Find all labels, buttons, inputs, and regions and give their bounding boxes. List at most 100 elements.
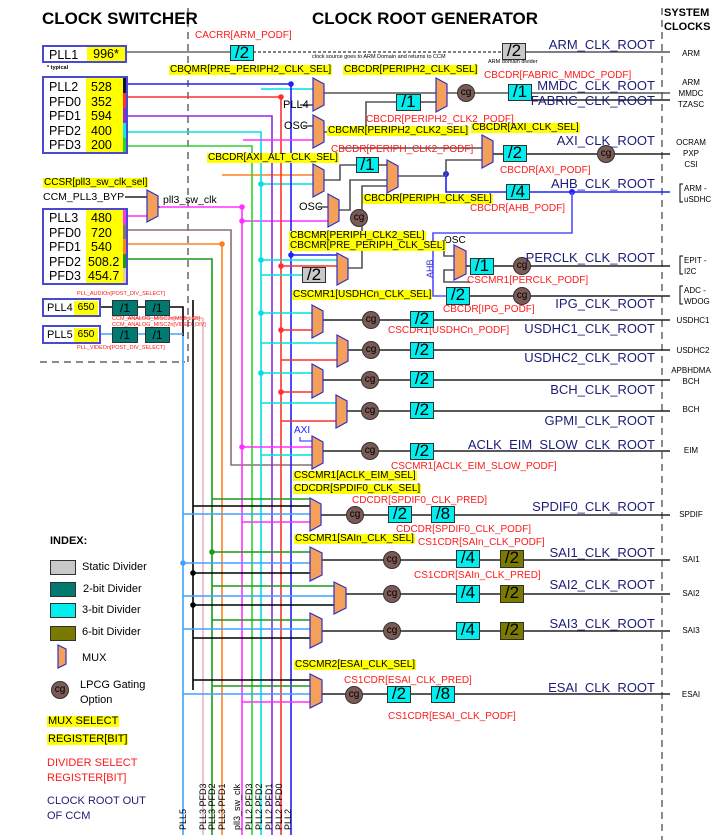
typical-note: * typical <box>47 65 69 71</box>
bus-label-pll5: PLL5 <box>178 808 188 830</box>
sys-axi-3: CSI <box>684 160 698 169</box>
cg-sai2-icon: cg <box>383 585 401 603</box>
bus-label-pll3-sw-clk: pll3_sw_clk <box>232 783 242 830</box>
pll3-pfd2-name: PFD2 <box>49 255 81 269</box>
bus-label-pll2-pfd2: PLL2 PFD2 <box>254 783 264 830</box>
axi-divider: /2 <box>503 144 527 162</box>
spdif-podf-reg: CDCDR[SPDIF0_CLK_PODF] <box>396 524 532 535</box>
bus-label-pll2-pfd1: PLL2 PFD1 <box>264 783 274 830</box>
cg-sai1-icon: cg <box>383 551 401 569</box>
sys-mmdc-1: ARM <box>682 78 700 87</box>
pll2-pfd0-name: PFD0 <box>49 95 81 109</box>
cg-sai3-icon: cg <box>383 622 401 640</box>
root-ahb: AHB_CLK_ROOT <box>550 176 655 191</box>
usdhc-sel-reg: CSCMR1[USDHCn_CLK_SEL] <box>292 289 433 300</box>
bus-label-pll3-pfd1: PLL3 PFD1 <box>217 783 227 830</box>
legend-3bit-swatch <box>50 603 76 618</box>
pll4-source: PLL4 650 <box>42 298 101 317</box>
sai2-pred-divider: /4 <box>456 584 480 603</box>
pll4-divider-b: /1 <box>145 300 170 316</box>
cg-ipg-icon: cg <box>513 287 531 305</box>
pll3-bypass-label: CCM_PLL3_BYP <box>43 191 125 203</box>
root-arm: ARM_CLK_ROOT <box>548 37 655 52</box>
legend-lpcg-label-2: Option <box>80 694 113 706</box>
periph2-sel-reg: CBCDR[PERIPH2_CLK_SEL] <box>343 64 479 75</box>
sys-gpmi: BCH <box>682 405 700 414</box>
ahb-podf-reg: CBCDR[AHB_PODF] <box>470 203 566 214</box>
sys-axi-2: PXP <box>682 149 699 158</box>
sys-ipg-1: ADC - <box>684 286 706 295</box>
eim-podf-reg: CSCMR1[ACLK_EIM_SLOW_PODF] <box>391 461 557 472</box>
gpmi-divider: /2 <box>410 401 434 419</box>
legend-static-label: Static Divider <box>82 561 147 573</box>
pll3-pfd0-value: 720 <box>91 226 112 240</box>
mux-periph-clk2 <box>327 192 340 229</box>
root-eim: ACLK_EIM_SLOW_CLK_ROOT <box>467 437 655 452</box>
mux-gpmi <box>335 393 348 430</box>
root-sai1: SAI1_CLK_ROOT <box>549 545 656 560</box>
sai3-podf-divider: /2 <box>500 621 524 640</box>
pll2-name: PLL2 <box>49 80 79 94</box>
axi-input-label: AXI <box>294 425 311 436</box>
sys-ahb-2: uSDHC <box>684 195 712 204</box>
mux-periph <box>386 158 399 195</box>
periph-clk2-divider: /1 <box>356 156 379 173</box>
pll4-reg-top: PLL_AUDIOn[POST_DIV_SELECT] <box>77 291 166 297</box>
sai3-pred-divider: /4 <box>456 621 480 640</box>
pll3-sw-clk-label: pll3_sw_clk <box>163 194 217 206</box>
pll2-pfd1-value: 594 <box>91 109 112 123</box>
sai2-podf-divider: /2 <box>500 584 524 603</box>
mux-periph2-clk2 <box>312 113 325 150</box>
legend-mux-label: MUX <box>82 652 107 664</box>
mux-usdhc2 <box>336 333 349 369</box>
legend-mux-select-1: MUX SELECT <box>47 715 120 727</box>
clock-tree-diagram: CLOCK SWITCHER CLOCK ROOT GENERATOR SYST… <box>0 0 723 840</box>
perclk-divider: /1 <box>470 257 494 275</box>
pll2-source-block: PLL2 528 PFD0 352 PFD1 594 PFD2 400 PFD3… <box>42 76 128 154</box>
spdif-pred-divider: /2 <box>388 505 412 523</box>
cg-bch-icon: cg <box>361 371 379 389</box>
mux-pre-periph <box>336 251 349 287</box>
pll2-pfd0-value: 352 <box>91 95 112 109</box>
legend-root-out-2: OF CCM <box>47 810 91 822</box>
mux-periph2 <box>435 76 448 114</box>
ahb-input-label: AHB <box>425 259 435 278</box>
pll3-pfd1-value: 540 <box>91 240 112 254</box>
root-perclk: PERCLK_CLK_ROOT <box>525 250 655 265</box>
sys-spdif: SPDIF <box>679 510 703 519</box>
periph2-clk2-divider: /1 <box>396 93 421 111</box>
pll5-source: PLL5 650 <box>42 325 101 344</box>
bus-label-pll2-pfd3: PLL2 PFD3 <box>244 783 254 830</box>
sys-usdhc1: USDHC1 <box>676 316 710 325</box>
pll1-value: 996* <box>87 47 125 61</box>
root-mmdc: MMDC_CLK_ROOT <box>537 78 655 93</box>
pll3-pfd0-name: PFD0 <box>49 226 81 240</box>
eim-sel-reg: CSCMR1[ACLK_EIM_SEL] <box>293 470 417 481</box>
pll3-pfd3-name: PFD3 <box>49 269 81 283</box>
cg-spdif-icon: cg <box>346 506 364 524</box>
arm-podf-reg: CACRR[ARM_PODF] <box>195 30 292 41</box>
pll4-input-label: PLL4 <box>283 99 309 111</box>
sai1-pred-divider: /4 <box>456 549 480 568</box>
root-fabric: FABRIC_CLK_ROOT <box>530 93 655 108</box>
arm-domain-divider: /2 <box>502 42 526 60</box>
sys-per-2: I2C <box>684 267 697 276</box>
cg-periph-icon: cg <box>350 209 368 227</box>
root-ipg: IPG_CLK_ROOT <box>555 296 655 311</box>
cg-esai-icon: cg <box>345 686 363 704</box>
legend-root-out-1: CLOCK ROOT OUT <box>47 795 146 807</box>
mux-perclk <box>453 244 467 281</box>
mux-axi <box>481 133 494 170</box>
esai-sel-reg: CSCMR2[ESAI_CLK_SEL] <box>294 659 417 670</box>
mux-sai3 <box>309 612 323 649</box>
osc-input-label-3: OSC <box>444 235 466 246</box>
esai-podf-reg: CS1CDR[ESAI_CLK_PODF] <box>388 711 516 722</box>
sys-eim: EIM <box>683 446 699 455</box>
arm-domain-note: ARM domain divider <box>488 59 538 65</box>
fabric-mmdc-divider: /1 <box>508 83 532 101</box>
cg-eim-icon: cg <box>361 442 379 460</box>
system-clocks-title-2: CLOCKS <box>664 21 711 33</box>
arm-path-note: clock source goes to ARM Domain and retu… <box>312 54 446 60</box>
legend-6bit-label: 6-bit Divider <box>82 626 141 638</box>
sys-ahb-1: ARM - <box>684 184 707 193</box>
